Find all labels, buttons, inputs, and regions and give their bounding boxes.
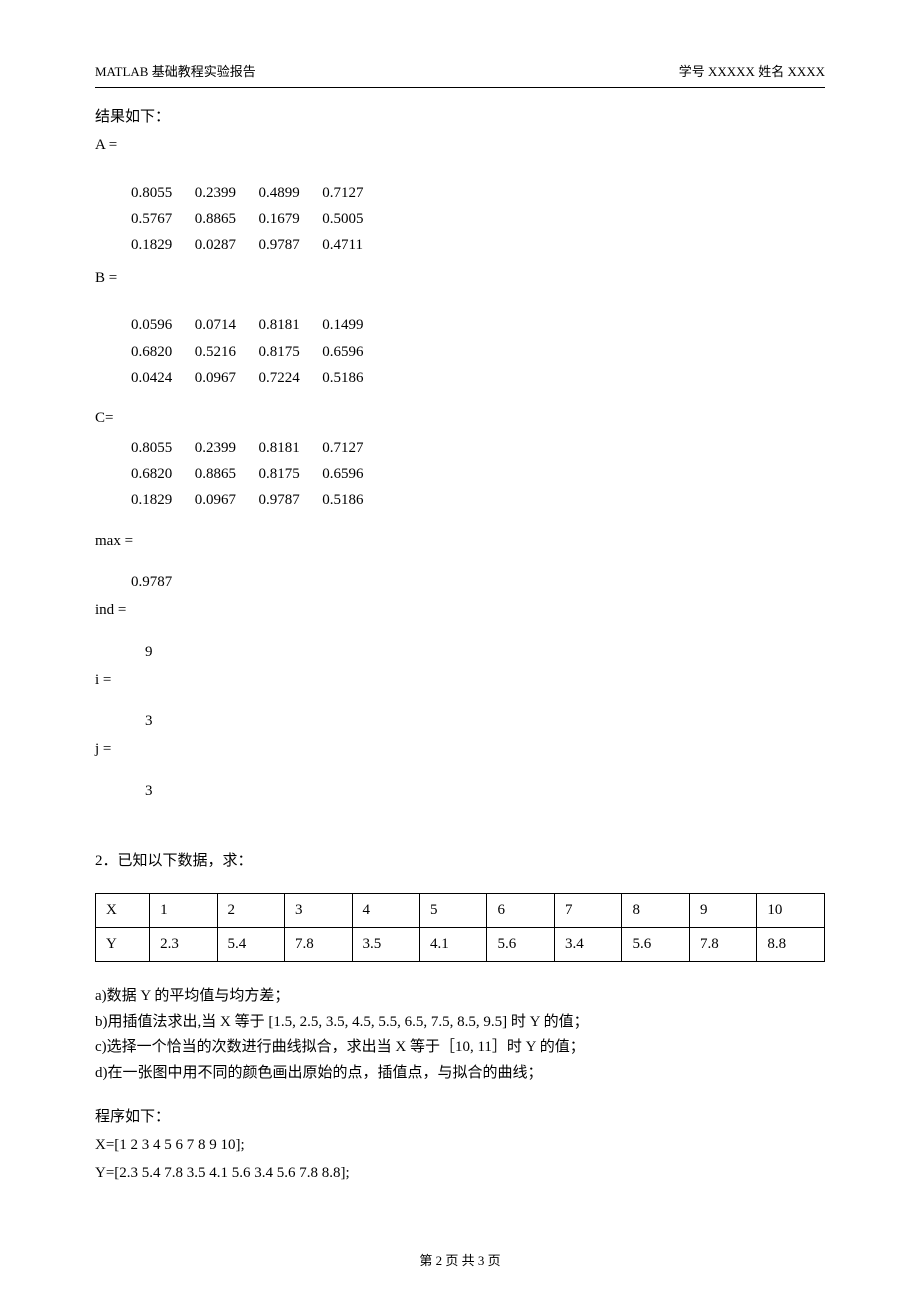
table-cell: 4.1 — [420, 928, 487, 962]
table-cell: 10 — [757, 894, 825, 928]
table-row: X 1 2 3 4 5 6 7 8 9 10 — [96, 894, 825, 928]
matrix-A: 0.8055 0.2399 0.4899 0.7127 0.5767 0.886… — [131, 180, 825, 259]
table-cell: 3 — [285, 894, 352, 928]
q2-item-a: a)数据 Y 的平均值与均方差； — [95, 984, 825, 1010]
data-table: X 1 2 3 4 5 6 7 8 9 10 Y 2.3 5.4 7.8 3.5… — [95, 893, 825, 962]
table-cell: 5.6 — [622, 928, 689, 962]
table-cell: 3.5 — [352, 928, 419, 962]
label-max: max = — [95, 528, 825, 556]
header-divider — [95, 87, 825, 88]
program-line: Y=[2.3 5.4 7.8 3.5 4.1 5.6 3.4 5.6 7.8 8… — [95, 1160, 825, 1188]
question-list: a)数据 Y 的平均值与均方差； b)用插值法求出,当 X 等于 [1.5, 2… — [95, 984, 825, 1086]
matrix-B-row: 0.0424 0.0967 0.7224 0.5186 — [131, 365, 825, 391]
results-title: 结果如下： — [95, 104, 825, 132]
program-line: X=[1 2 3 4 5 6 7 8 9 10]; — [95, 1132, 825, 1160]
q2-item-b: b)用插值法求出,当 X 等于 [1.5, 2.5, 3.5, 4.5, 5.5… — [95, 1010, 825, 1036]
table-cell: 9 — [689, 894, 756, 928]
page-header: MATLAB 基础教程实验报告 学号 XXXXX 姓名 XXXX — [95, 60, 825, 83]
table-cell: 7 — [554, 894, 621, 928]
table-cell: 7.8 — [285, 928, 352, 962]
matrix-C-row: 0.6820 0.8865 0.8175 0.6596 — [131, 461, 825, 487]
table-cell: 4 — [352, 894, 419, 928]
value-ind: 9 — [145, 639, 825, 667]
program-label: 程序如下： — [95, 1104, 825, 1132]
q2-item-c: c)选择一个恰当的次数进行曲线拟合，求出当 X 等于［10, 11］时 Y 的值… — [95, 1035, 825, 1061]
program-block: 程序如下： X=[1 2 3 4 5 6 7 8 9 10]; Y=[2.3 5… — [95, 1104, 825, 1187]
value-j: 3 — [145, 778, 825, 806]
table-cell: 7.8 — [689, 928, 756, 962]
table-cell: 3.4 — [554, 928, 621, 962]
table-cell: 8.8 — [757, 928, 825, 962]
matrix-B: 0.0596 0.0714 0.8181 0.1499 0.6820 0.521… — [131, 312, 825, 391]
table-cell: 2.3 — [150, 928, 217, 962]
table-cell: 6 — [487, 894, 554, 928]
table-cell: X — [96, 894, 150, 928]
q2-item-d: d)在一张图中用不同的颜色画出原始的点，插值点，与拟合的曲线； — [95, 1061, 825, 1087]
matrix-C: 0.8055 0.2399 0.8181 0.7127 0.6820 0.886… — [131, 435, 825, 514]
table-cell: 5.6 — [487, 928, 554, 962]
label-i: i = — [95, 667, 825, 695]
label-j: j = — [95, 736, 825, 764]
table-cell: 1 — [150, 894, 217, 928]
label-A: A = — [95, 132, 825, 160]
matrix-C-row: 0.1829 0.0967 0.9787 0.5186 — [131, 487, 825, 513]
matrix-C-row: 0.8055 0.2399 0.8181 0.7127 — [131, 435, 825, 461]
results-block: 结果如下： A = 0.8055 0.2399 0.4899 0.7127 0.… — [95, 104, 825, 805]
label-C: C= — [95, 405, 825, 433]
page-footer: 第 2 页 共 3 页 — [0, 1249, 920, 1272]
label-ind: ind = — [95, 597, 825, 625]
header-left: MATLAB 基础教程实验报告 — [95, 60, 256, 83]
table-cell: 5 — [420, 894, 487, 928]
table-cell: 5.4 — [217, 928, 284, 962]
q2-title: 2．已知以下数据，求： — [95, 848, 825, 876]
value-i: 3 — [145, 708, 825, 736]
table-cell: Y — [96, 928, 150, 962]
header-right: 学号 XXXXX 姓名 XXXX — [679, 60, 825, 83]
label-B: B = — [95, 265, 825, 293]
matrix-A-row: 0.8055 0.2399 0.4899 0.7127 — [131, 180, 825, 206]
matrix-A-row: 0.5767 0.8865 0.1679 0.5005 — [131, 206, 825, 232]
matrix-B-row: 0.6820 0.5216 0.8175 0.6596 — [131, 339, 825, 365]
value-max: 0.9787 — [131, 569, 825, 597]
table-cell: 2 — [217, 894, 284, 928]
matrix-B-row: 0.0596 0.0714 0.8181 0.1499 — [131, 312, 825, 338]
table-row: Y 2.3 5.4 7.8 3.5 4.1 5.6 3.4 5.6 7.8 8.… — [96, 928, 825, 962]
matrix-A-row: 0.1829 0.0287 0.9787 0.4711 — [131, 232, 825, 258]
table-cell: 8 — [622, 894, 689, 928]
